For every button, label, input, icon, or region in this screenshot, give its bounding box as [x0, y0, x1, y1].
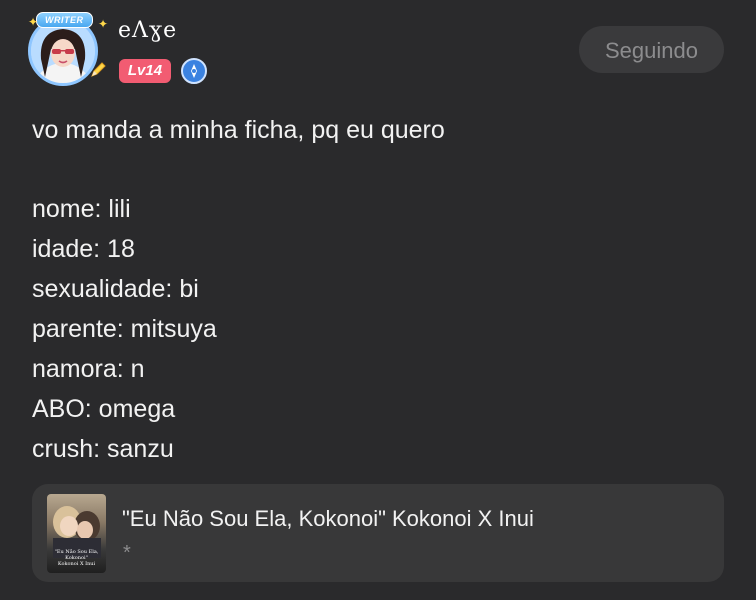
story-cover-image: "Eu Não Sou Ela, Kokonoi" Kokonoi X Inui [47, 494, 106, 573]
story-title[interactable]: "Eu Não Sou Ela, Kokonoi" Kokonoi X Inui [122, 506, 534, 532]
pencil-icon [91, 62, 106, 77]
post-line: ABO: omega [32, 395, 176, 423]
post-line: nome: lili [32, 195, 131, 223]
post-container: WRITER ✦ ✦ eɅɣe Lv14 Seguindo vo manda a… [0, 0, 756, 600]
post-intro: vo manda a minha ficha, pq eu quero [32, 116, 445, 144]
star-icon: ✦ [98, 17, 109, 31]
post-line: crush: sanzu [32, 435, 174, 463]
avatar[interactable]: WRITER ✦ ✦ [24, 12, 108, 90]
writer-badge: WRITER [36, 12, 93, 28]
compass-icon [181, 58, 207, 84]
story-subtitle: * [123, 542, 131, 564]
post-body: vo manda a minha ficha, pq eu quero nome… [32, 110, 445, 469]
level-badge: Lv14 [119, 59, 171, 83]
post-line: idade: 18 [32, 235, 135, 263]
star-icon: ✦ [28, 15, 39, 29]
post-line: namora: n [32, 355, 145, 383]
story-cover-text: "Eu Não Sou Ela, Kokonoi" Kokonoi X Inui [54, 549, 99, 567]
post-line: sexualidade: bi [32, 275, 199, 303]
username[interactable]: eɅɣe [118, 18, 177, 43]
linked-story-card[interactable]: "Eu Não Sou Ela, Kokonoi" Kokonoi X Inui… [32, 484, 724, 582]
post-line: parente: mitsuya [32, 315, 217, 343]
following-button[interactable]: Seguindo [579, 26, 724, 73]
